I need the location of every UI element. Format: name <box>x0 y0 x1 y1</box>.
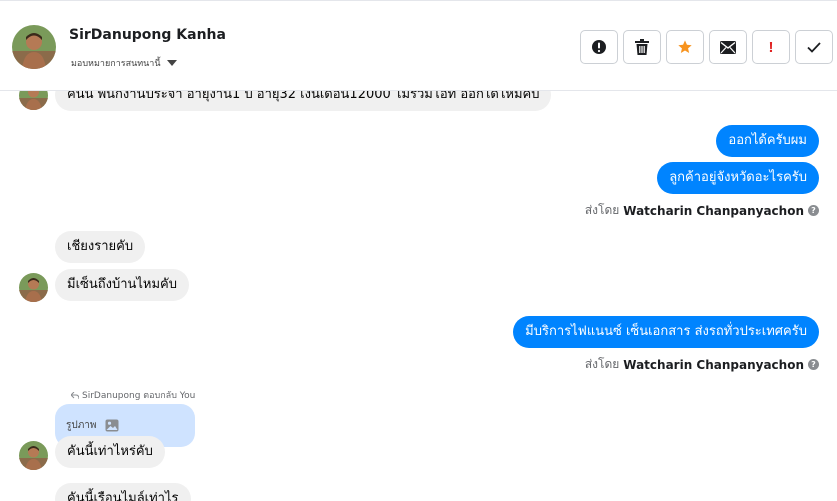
conversation-header: SirDanupong Kanha มอบหมายการสนทนานี้ ! <box>0 0 837 91</box>
check-icon <box>807 41 821 53</box>
help-icon[interactable]: ? <box>808 359 819 370</box>
delete-button[interactable] <box>623 30 661 64</box>
contact-avatar-small <box>19 91 48 110</box>
outgoing-message[interactable]: ออกได้ครับผม <box>716 125 819 157</box>
incoming-message[interactable]: คันนี้เท่าไหร่คับ <box>55 436 165 468</box>
reply-arrow-icon <box>71 391 79 399</box>
incoming-message[interactable]: เชียงรายคับ <box>55 231 146 263</box>
contact-avatar-small <box>19 441 48 470</box>
outgoing-message[interactable]: มีบริการไฟแนนซ์ เซ็นเอกสาร ส่งรถทั่วประเ… <box>513 316 819 348</box>
help-icon[interactable]: ? <box>808 205 819 216</box>
incoming-message[interactable]: คันนี้เรือนไมล์เท่าไร <box>55 483 191 501</box>
exclamation-icon: ! <box>768 38 774 56</box>
conversation-toolbar: ! <box>580 30 833 64</box>
incoming-message[interactable]: คันนี้ พนักงานประจำ อายุงาน1 ปี อายุ32 เ… <box>55 91 552 111</box>
message-thread[interactable]: คันนี้ พนักงานประจำ อายุงาน1 ปี อายุ32 เ… <box>0 91 837 501</box>
sent-by-agent: Watcharin Chanpanyachon <box>623 357 804 372</box>
outgoing-message[interactable]: ลูกค้าอยู่จังหวัดอะไรครับ <box>657 162 819 194</box>
important-button[interactable]: ! <box>752 30 790 64</box>
assign-conversation-label: มอบหมายการสนทนานี้ <box>71 59 161 69</box>
envelope-icon <box>720 40 736 54</box>
report-button[interactable] <box>580 30 618 64</box>
assign-conversation-dropdown[interactable]: มอบหมายการสนทนานี้ <box>71 56 177 70</box>
contact-avatar-small <box>19 273 48 302</box>
reply-indicator: SirDanupong ตอบกลับ You <box>71 388 195 402</box>
contact-avatar[interactable] <box>12 25 56 69</box>
contact-name: SirDanupong Kanha <box>69 27 226 43</box>
trash-icon <box>635 39 649 55</box>
star-icon <box>678 40 692 53</box>
reply-note-text: SirDanupong ตอบกลับ You <box>82 391 196 401</box>
alert-circle-icon <box>592 40 606 54</box>
sent-by-label: ส่งโดย Watcharin Chanpanyachon ? <box>585 355 819 374</box>
image-icon <box>105 419 119 432</box>
sent-by-agent: Watcharin Chanpanyachon <box>623 203 804 218</box>
sent-by-prefix: ส่งโดย <box>584 357 620 371</box>
caret-down-icon <box>166 60 177 66</box>
sent-by-prefix: ส่งโดย <box>584 203 620 217</box>
photo-label: รูปภาพ <box>66 420 97 431</box>
mail-button[interactable] <box>709 30 747 64</box>
incoming-message[interactable]: มีเซ็นถึงบ้านไหมคับ <box>55 269 190 301</box>
sent-by-label: ส่งโดย Watcharin Chanpanyachon ? <box>585 201 819 220</box>
done-button[interactable] <box>795 30 833 64</box>
star-button[interactable] <box>666 30 704 64</box>
